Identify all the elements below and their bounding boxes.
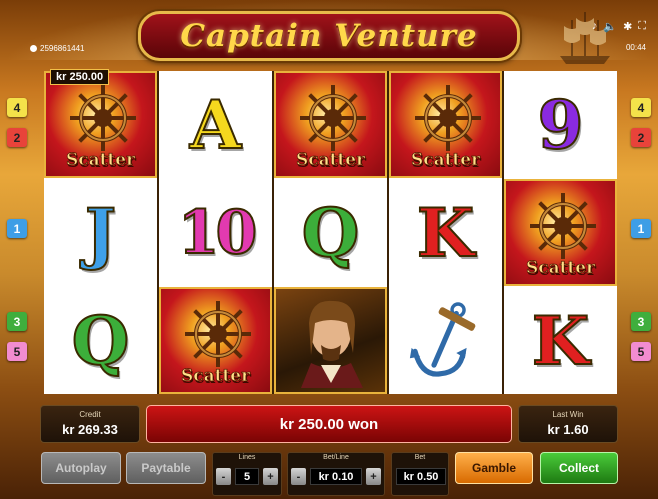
scatter-label: Scatter <box>65 150 136 171</box>
bet-value: kr 0.50 <box>396 468 446 485</box>
settings-icon[interactable]: ✱ <box>623 20 632 33</box>
win-badge: kr 250.00 <box>50 69 110 85</box>
symbol-glyph: 10 <box>177 197 258 268</box>
ship-wheel-icon <box>70 85 136 151</box>
line-marker-right-2[interactable]: 2 <box>631 128 651 147</box>
ship-wheel-icon <box>415 85 481 151</box>
lines-control: Lines - 5 + <box>212 452 282 496</box>
symbol-scatter: Scatter <box>44 71 157 178</box>
symbol-scatter: Scatter <box>389 71 502 178</box>
scatter-label: Scatter <box>525 258 596 279</box>
line-marker-right-1[interactable]: 1 <box>631 219 651 238</box>
ship-wheel-icon <box>300 85 366 151</box>
symbol-glyph: J <box>84 193 117 272</box>
game-title: Captain Venture <box>180 18 478 54</box>
game-screen: Captain Venture 2596861441 ♪ 🔈 ✱ ⛶ 00:44… <box>0 0 658 499</box>
ship-icon <box>560 12 610 64</box>
symbol-q: Q <box>44 287 157 394</box>
autoplay-button[interactable]: Autoplay <box>41 452 121 484</box>
line-marker-left-1[interactable]: 1 <box>7 219 27 238</box>
reel-4: Scatter K <box>389 71 502 394</box>
ship-wheel-icon <box>185 301 251 367</box>
reel-1: Scatter J Q <box>44 71 157 394</box>
music-icon[interactable]: ♪ <box>592 20 598 33</box>
last-win-label: Last Win <box>552 410 584 419</box>
bet-per-line-plus-button[interactable]: + <box>366 468 381 485</box>
bet-per-line-control: Bet/Line - kr 0.10 + <box>287 452 385 496</box>
symbol-k: K <box>389 179 502 286</box>
symbol-scatter: Scatter <box>274 71 387 178</box>
symbol-captain <box>274 287 387 394</box>
bet-per-line-minus-button[interactable]: - <box>291 468 306 485</box>
lines-label: Lines <box>238 454 256 461</box>
top-right-icons: ♪ 🔈 ✱ ⛶ <box>592 20 646 33</box>
line-marker-left-2[interactable]: 2 <box>7 128 27 147</box>
win-message-text: kr 250.00 won <box>279 415 379 433</box>
scatter-label: Scatter <box>180 366 251 387</box>
gamble-button[interactable]: Gamble <box>455 452 533 484</box>
bet-label: Bet <box>414 454 426 461</box>
ship-wheel-icon <box>530 193 596 259</box>
symbol-anchor <box>389 287 502 394</box>
reel-5: 9 Scatter K <box>504 71 617 394</box>
win-message: kr 250.00 won <box>146 405 512 443</box>
symbol-scatter: Scatter <box>504 179 617 286</box>
fullscreen-icon[interactable]: ⛶ <box>638 20 646 33</box>
bet-per-line-label: Bet/Line <box>323 454 349 461</box>
line-marker-right-5[interactable]: 5 <box>631 342 651 361</box>
symbol-scatter: Scatter <box>159 287 272 394</box>
collect-button[interactable]: Collect <box>540 452 618 484</box>
captain-portrait-icon <box>300 300 363 388</box>
anchor-icon <box>409 301 475 377</box>
sound-icon[interactable]: 🔈 <box>603 20 617 33</box>
reel-3: Scatter Q <box>274 71 387 394</box>
scatter-label: Scatter <box>410 150 481 171</box>
lines-value: 5 <box>235 468 259 485</box>
line-marker-left-3[interactable]: 3 <box>7 312 27 331</box>
symbol-glyph: A <box>189 85 242 164</box>
reel-2: A 10 Scatter <box>159 71 272 394</box>
symbol-10: 10 <box>159 179 272 286</box>
bet-per-line-value: kr 0.10 <box>310 468 362 485</box>
symbol-9: 9 <box>504 71 617 178</box>
symbol-k: K <box>504 287 617 394</box>
symbol-glyph: Q <box>71 301 130 380</box>
line-marker-right-4[interactable]: 4 <box>631 98 651 117</box>
symbol-glyph: K <box>416 193 475 272</box>
clock: 00:44 <box>625 43 646 52</box>
line-marker-right-3[interactable]: 3 <box>631 312 651 331</box>
lines-plus-button[interactable]: + <box>263 468 278 485</box>
bet-control: Bet kr 0.50 <box>391 452 449 496</box>
session-info: 2596861441 <box>30 44 85 53</box>
last-win-panel: Last Win kr 1.60 <box>518 405 618 443</box>
game-logo: Captain Venture <box>138 11 520 61</box>
session-id: 2596861441 <box>40 44 85 53</box>
credit-label: Credit <box>79 410 101 419</box>
scatter-label: Scatter <box>295 150 366 171</box>
line-marker-left-4[interactable]: 4 <box>7 98 27 117</box>
paytable-button[interactable]: Paytable <box>126 452 206 484</box>
symbol-glyph: Q <box>301 193 360 272</box>
credit-value: kr 269.33 <box>62 422 118 437</box>
credit-panel: Credit kr 269.33 <box>40 405 140 443</box>
symbol-glyph: 9 <box>537 85 585 164</box>
info-icon[interactable] <box>30 45 37 52</box>
symbol-a: A <box>159 71 272 178</box>
symbol-j: J <box>44 179 157 286</box>
reel-area: Scatter J Q A 10 Scatter Scatter Q Scatter K 9 Scat… <box>44 71 617 394</box>
last-win-value: kr 1.60 <box>547 422 589 437</box>
symbol-glyph: K <box>531 301 590 380</box>
symbol-q: Q <box>274 179 387 286</box>
lines-minus-button[interactable]: - <box>216 468 231 485</box>
line-marker-left-5[interactable]: 5 <box>7 342 27 361</box>
